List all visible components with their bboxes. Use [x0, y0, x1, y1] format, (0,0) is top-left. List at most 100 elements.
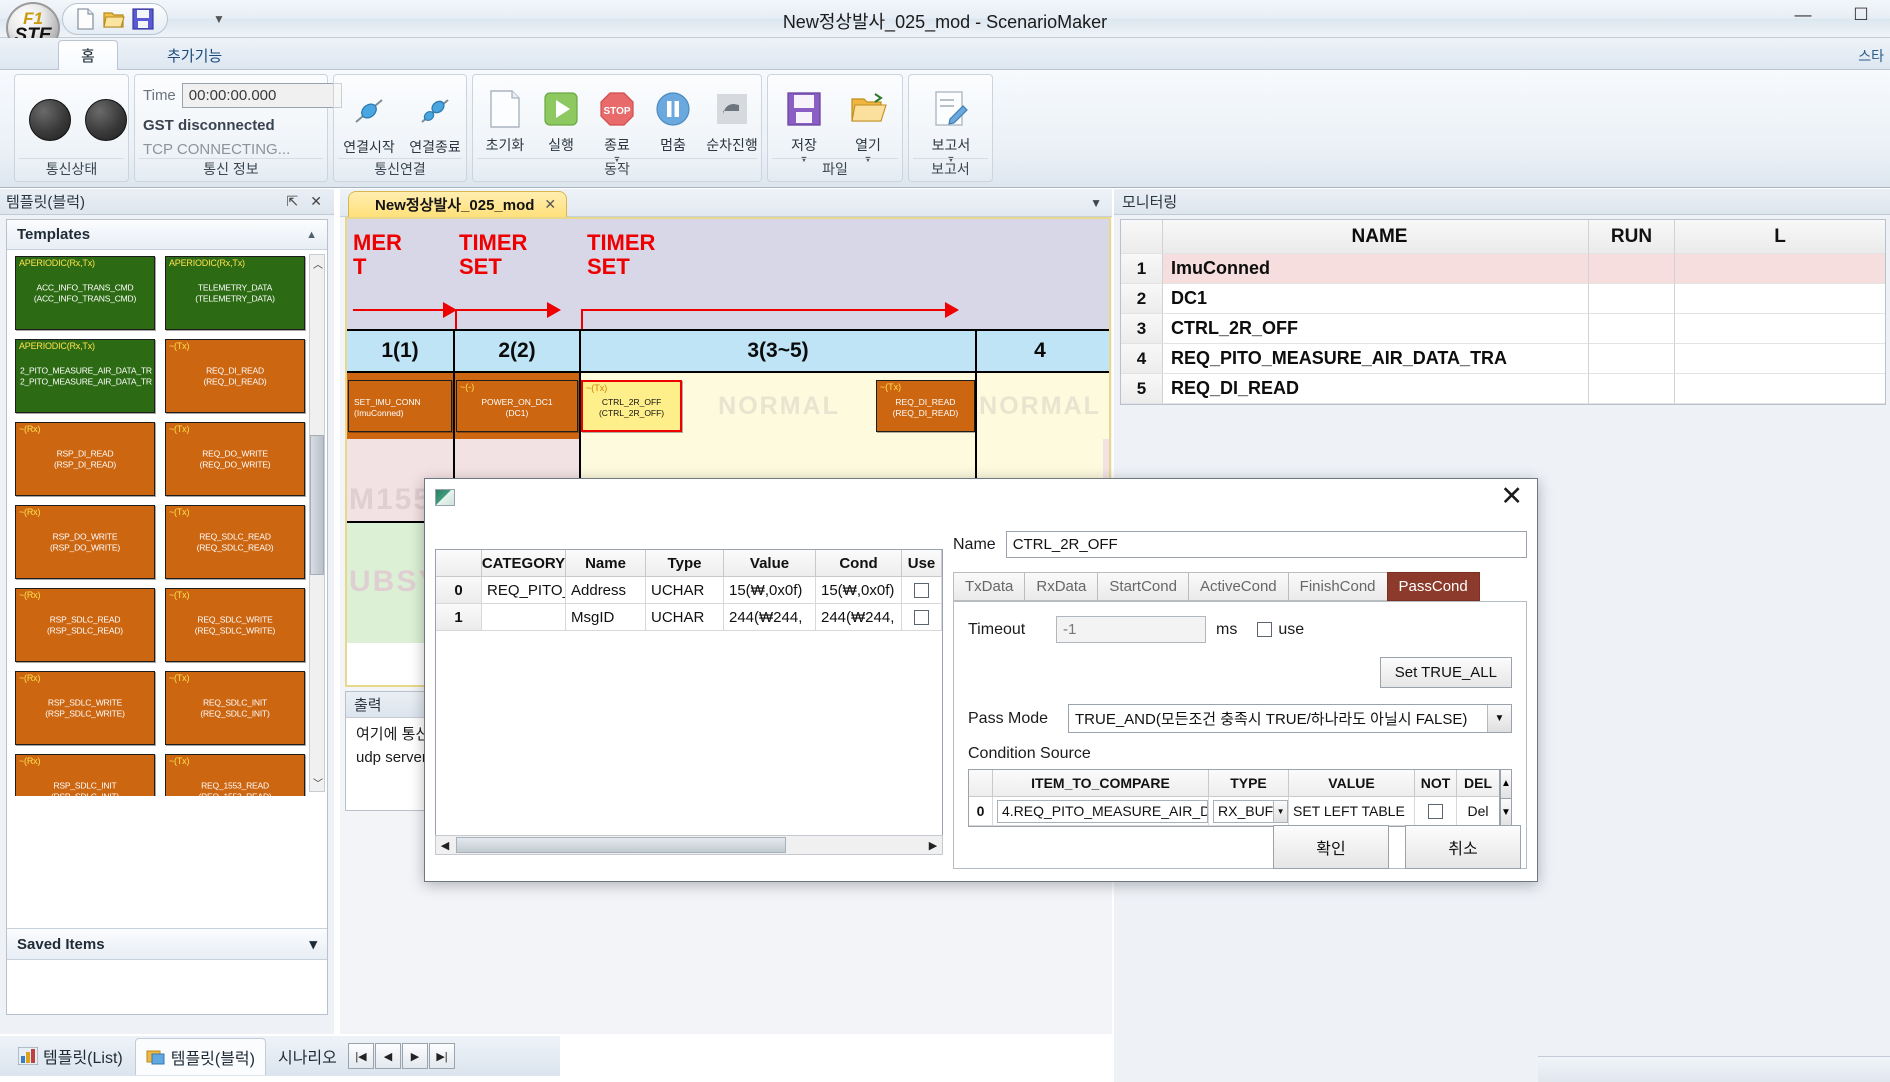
stop-button[interactable]: STOP 종료 ▼: [589, 87, 645, 164]
grid-cell-use[interactable]: [902, 604, 942, 631]
save-button[interactable]: 저장 ▼: [772, 87, 836, 164]
grid-use-checkbox[interactable]: [914, 582, 929, 598]
cs-type-select[interactable]: RX_BUF ▼: [1213, 799, 1288, 823]
template-card[interactable]: ~(Tx) REQ_DO_WRITE (REQ_DO_WRITE): [165, 422, 305, 496]
step-button[interactable]: 순차진행: [701, 87, 763, 163]
pass-mode-select[interactable]: TRUE_AND(모든조건 충족시 TRUE/하나라도 아닐시 FALSE) ▼: [1068, 704, 1512, 733]
pause-button[interactable]: 멈춤: [645, 87, 701, 163]
document-tab-close-icon[interactable]: ✕: [544, 196, 556, 213]
grid-scroll-right-icon[interactable]: ▶: [924, 839, 942, 852]
tab-activecond[interactable]: ActiveCond: [1187, 572, 1288, 601]
run-button[interactable]: 실행: [533, 87, 589, 163]
templates-scroll-thumb[interactable]: [310, 435, 324, 575]
templates-collapse-icon[interactable]: ▲: [306, 229, 317, 241]
template-card[interactable]: ~(Rx) RSP_SDLC_READ (RSP_SDLC_READ): [15, 588, 155, 662]
template-card[interactable]: ~(Rx) RSP_SDLC_WRITE (RSP_SDLC_WRITE): [15, 671, 155, 745]
connect-stop-button[interactable]: 연결종료: [402, 89, 468, 157]
condition-source-row[interactable]: 0 4.REQ_PITO_MEASURE_AIR_D ▼ RX_BUF: [969, 797, 1499, 826]
tab-addons[interactable]: 추가기능: [145, 40, 244, 70]
saved-items-collapse-icon[interactable]: ▾: [309, 935, 317, 953]
block-cell-4[interactable]: NORMAL: [977, 373, 1103, 439]
cancel-button[interactable]: 취소: [1405, 825, 1521, 869]
name-input[interactable]: [1005, 531, 1527, 558]
template-card[interactable]: ~(Tx) REQ_SDLC_INIT (REQ_SDLC_INIT): [165, 671, 305, 745]
open-button[interactable]: 열기 ▼: [836, 87, 900, 164]
cs-type-chevron-down-icon[interactable]: ▼: [1273, 800, 1287, 822]
cs-spin-down-button[interactable]: ▼: [1500, 798, 1512, 827]
report-button[interactable]: 보고서 ▼: [919, 87, 983, 164]
init-button[interactable]: 초기화: [477, 87, 533, 163]
nav-first-button[interactable]: |◀: [348, 1043, 374, 1069]
template-card[interactable]: ~(Rx) RSP_SDLC_INIT(RSP_SDLC_INIT): [15, 754, 155, 796]
document-tab[interactable]: New정상발사_025_mod ✕: [348, 191, 568, 217]
template-card[interactable]: APERIODIC(Rx,Tx) TELEMETRY_DATA (TELEMETRY…: [165, 256, 305, 330]
timeout-input[interactable]: [1056, 616, 1206, 643]
minimize-button[interactable]: —: [1774, 0, 1832, 30]
monitoring-row[interactable]: 2 DC1: [1121, 284, 1885, 314]
cs-not-checkbox[interactable]: [1428, 803, 1443, 819]
connect-start-button[interactable]: 연결시작: [336, 89, 402, 157]
block-ctrl-2r-off[interactable]: ~(Tx) CTRL_2R_OFF (CTRL_2R_OFF): [581, 380, 683, 432]
monitoring-row[interactable]: 5 REQ_DI_READ: [1121, 374, 1885, 404]
saved-items-header[interactable]: Saved Items ▾: [7, 928, 327, 960]
tab-finishcond[interactable]: FinishCond: [1287, 572, 1387, 601]
cs-item-select[interactable]: 4.REQ_PITO_MEASURE_AIR_D ▼: [997, 799, 1208, 823]
tab-home[interactable]: 홈: [58, 40, 118, 70]
template-card[interactable]: ~(Rx) RSP_DI_READ (RSP_DI_READ): [15, 422, 155, 496]
tab-passcond[interactable]: PassCond: [1386, 572, 1480, 601]
tab-template-list[interactable]: 템플릿(List): [8, 1038, 133, 1074]
block-req-di-read[interactable]: ~(Tx) REQ_DI_READ (REQ_DI_READ): [875, 380, 975, 432]
tab-txdata[interactable]: TxData: [953, 572, 1025, 601]
grid-cell-use[interactable]: [902, 577, 942, 604]
block-cell-2[interactable]: ~(-) POWER_ON_DC1 (DC1): [455, 373, 581, 439]
grid-scroll-thumb[interactable]: [456, 837, 786, 853]
cs-row-del-button[interactable]: Del: [1457, 797, 1499, 826]
templates-scrollbar[interactable]: ︿ ﹀: [309, 254, 325, 792]
tab-rxdata[interactable]: RxData: [1024, 572, 1098, 601]
dialog-close-icon[interactable]: ✕: [1500, 483, 1523, 510]
tab-template-block[interactable]: 템플릿(블럭): [134, 1037, 266, 1075]
block-set-imu-conn[interactable]: SET_IMU_CONN (ImuConned): [348, 380, 452, 432]
maximize-button[interactable]: ☐: [1832, 0, 1890, 30]
block-cell-3[interactable]: ~(Tx) CTRL_2R_OFF (CTRL_2R_OFF) NORMAL ~(…: [581, 373, 977, 439]
time-input[interactable]: [181, 83, 342, 108]
block-cell-1[interactable]: SET_IMU_CONN (ImuConned): [347, 373, 455, 439]
cs-row-type-cell[interactable]: RX_BUF ▼: [1209, 797, 1289, 826]
tab-scenario[interactable]: 시나리오: [268, 1038, 347, 1074]
monitoring-row[interactable]: 1 ImuConned: [1121, 254, 1885, 284]
tab-startcond[interactable]: StartCond: [1097, 572, 1188, 601]
ok-button[interactable]: 확인: [1273, 825, 1389, 869]
templates-scroll-up-icon[interactable]: ︿: [313, 256, 323, 271]
template-card[interactable]: ~(Rx) RSP_DO_WRITE (RSP_DO_WRITE): [15, 505, 155, 579]
template-card[interactable]: ~(Tx) REQ_SDLC_WRITE (REQ_SDLC_WRITE): [165, 588, 305, 662]
template-card[interactable]: ~(Tx) REQ_SDLC_READ (REQ_SDLC_READ): [165, 505, 305, 579]
block-power-on-dc1[interactable]: ~(-) POWER_ON_DC1 (DC1): [456, 380, 578, 432]
nav-prev-button[interactable]: ◀: [375, 1043, 401, 1069]
pass-mode-chevron-down-icon[interactable]: ▼: [1487, 705, 1511, 732]
template-card[interactable]: ~(Tx) REQ_DI_READ (REQ_DI_READ): [165, 339, 305, 413]
grid-row[interactable]: 0 REQ_PITO_ Address UCHAR 15(₩,0x0f) 15(₩,0x0…: [436, 577, 942, 604]
pin-icon[interactable]: ⇱: [281, 193, 305, 210]
document-tab-dropdown-icon[interactable]: ▼: [1090, 196, 1102, 210]
nav-next-button[interactable]: ▶: [402, 1043, 428, 1069]
cs-spin-up-button[interactable]: ▲: [1500, 769, 1512, 799]
set-true-all-button[interactable]: Set TRUE_ALL: [1379, 657, 1512, 688]
grid-scroll-left-icon[interactable]: ◀: [436, 839, 454, 852]
timeout-use-checkbox[interactable]: [1257, 622, 1273, 637]
nav-last-button[interactable]: ▶|: [429, 1043, 455, 1069]
cs-row-not-cell[interactable]: [1415, 797, 1457, 826]
template-card[interactable]: APERIODIC(Rx,Tx) 2_PITO_MEASURE_AIR_DATA_…: [15, 339, 155, 413]
templates-scroll-down-icon[interactable]: ﹀: [313, 775, 323, 790]
monitoring-row[interactable]: 4 REQ_PITO_MEASURE_AIR_DATA_TRA: [1121, 344, 1885, 374]
templates-accordion-header[interactable]: Templates ▲: [7, 220, 327, 250]
cs-row-item-cell[interactable]: 4.REQ_PITO_MEASURE_AIR_D ▼: [993, 797, 1209, 826]
grid-row[interactable]: 1 MsgID UCHAR 244(₩244, 244(₩244,: [436, 604, 942, 631]
close-icon[interactable]: ✕: [304, 193, 328, 210]
template-card[interactable]: ~(Tx) REQ_1553_READ(REQ_1553_READ): [165, 754, 305, 796]
template-card[interactable]: APERIODIC(Rx,Tx) ACC_INFO_TRANS_CMD (ACC_I…: [15, 256, 155, 330]
data-grid[interactable]: CATEGORY Name Type Value Cond Use 0 REQ_P…: [435, 549, 943, 849]
grid-use-checkbox[interactable]: [914, 609, 929, 625]
cs-row-value[interactable]: SET LEFT TABLE: [1289, 797, 1415, 826]
grid-horizontal-scrollbar[interactable]: ◀ ▶: [435, 835, 943, 855]
monitoring-row[interactable]: 3 CTRL_2R_OFF: [1121, 314, 1885, 344]
